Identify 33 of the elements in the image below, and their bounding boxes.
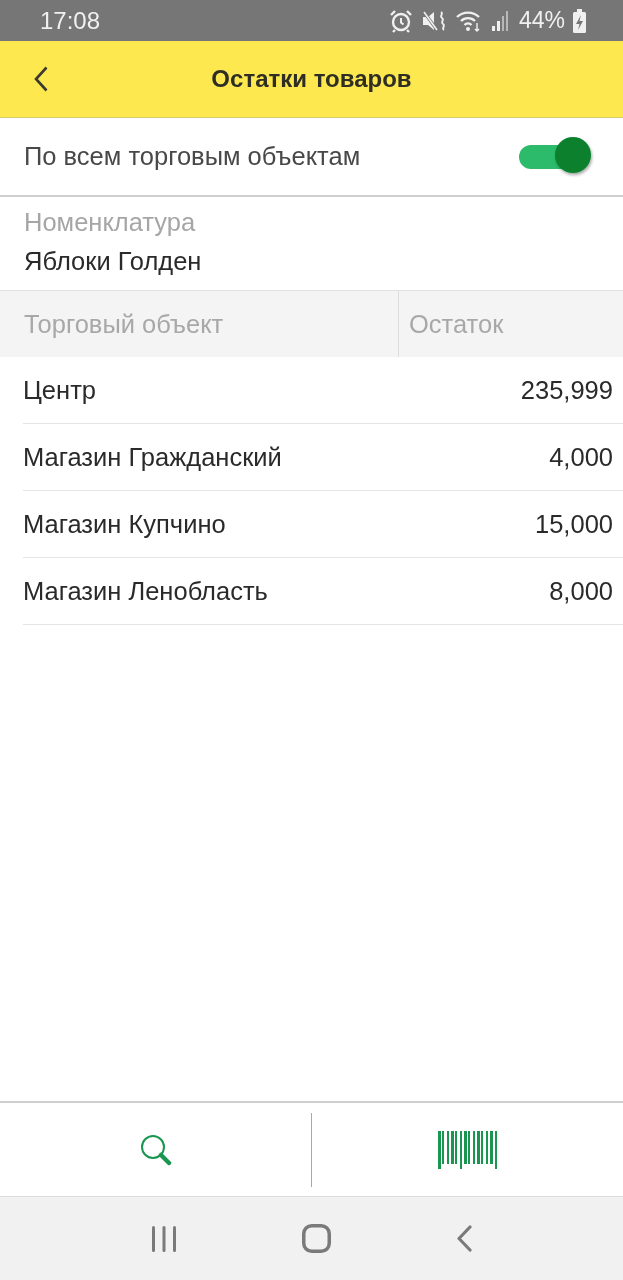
table-cell: Центр [23, 375, 96, 405]
field-label: Номенклатура [24, 208, 197, 237]
alarm-clock-icon [388, 8, 413, 33]
battery-charging-icon [573, 8, 586, 33]
column-header: Торговый объект [23, 308, 225, 340]
table-row[interactable]: Центр 235,999 [23, 357, 623, 424]
table-cell: Магазин Купчино [23, 509, 226, 539]
home-icon [302, 1224, 331, 1253]
column-header: Остаток [398, 291, 623, 357]
back-chevron-icon [34, 66, 48, 92]
table-cell: 15,000 [535, 509, 613, 539]
search-icon [139, 1133, 172, 1166]
table-cell: 4,000 [549, 442, 613, 472]
muted-speaker-icon [420, 8, 447, 33]
toggle-label: По всем торговым объектам [24, 142, 361, 171]
field-value[interactable]: Яблоки Голден [24, 247, 599, 276]
table-cell: 8,000 [549, 576, 613, 606]
table-row[interactable]: Магазин Купчино 15,000 [23, 491, 623, 558]
table-cell: 235,999 [520, 375, 613, 405]
signal-icon [490, 8, 509, 33]
table-cell: Магазин Ленобласть [23, 576, 268, 606]
table-row[interactable]: Магазин Ленобласть 8,000 [23, 558, 623, 625]
status-time: 17:08 [40, 8, 101, 33]
recent-apps-button[interactable] [150, 1225, 177, 1252]
battery-percent: 44% [518, 9, 565, 32]
home-button[interactable] [302, 1224, 331, 1253]
barcode-icon [437, 1130, 498, 1169]
recent-apps-icon [150, 1225, 177, 1252]
back-nav-button[interactable] [456, 1225, 473, 1252]
table-row[interactable]: Магазин Гражданский 4,000 [23, 424, 623, 491]
back-chevron-icon [456, 1225, 473, 1252]
table-cell: Магазин Гражданский [23, 442, 282, 472]
screen-title: Остатки товаров [211, 67, 412, 91]
